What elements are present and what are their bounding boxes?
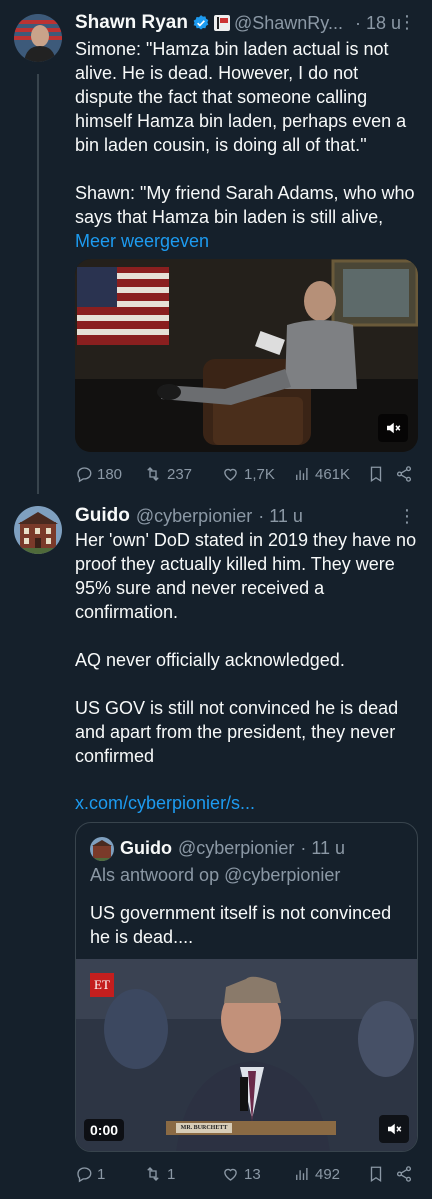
bookmark-button[interactable]: [367, 1165, 395, 1183]
more-options-icon[interactable]: ⋮: [398, 506, 416, 527]
share-button[interactable]: [395, 1165, 417, 1183]
repost-icon: [143, 465, 163, 483]
like-count: 1,7K: [244, 465, 275, 483]
views-count: 461K: [315, 465, 351, 483]
share-icon: [395, 465, 413, 483]
views-count: 492: [315, 1165, 341, 1183]
video-thumbnail: [75, 259, 418, 452]
channel-logo: ET: [90, 973, 114, 997]
tweet-link[interactable]: x.com/cyberpionier/s...: [75, 793, 255, 814]
more-options-icon[interactable]: ⋮: [398, 12, 416, 33]
like-button[interactable]: 13: [221, 1165, 293, 1183]
speaker-muted-icon: [384, 419, 402, 437]
tweet-text: Simone: "Hamza bin laden actual is not a…: [75, 39, 415, 251]
quote-video-thumbnail: [76, 959, 417, 1151]
avatar[interactable]: [14, 506, 62, 554]
video-player[interactable]: [75, 259, 418, 452]
bookmark-icon: [367, 1165, 385, 1183]
timestamp[interactable]: · 18 u: [355, 13, 401, 34]
thread-line: [37, 74, 39, 494]
nameplate: MR. BURCHETT: [176, 1123, 232, 1133]
reply-count: 1: [97, 1165, 106, 1183]
reply-icon: [75, 465, 93, 483]
tweet-text: Her 'own' DoD stated in 2019 they have n…: [75, 530, 417, 766]
views-icon: [293, 1165, 311, 1183]
channel-logo-text: ET: [94, 977, 110, 992]
author-name[interactable]: Shawn Ryan: [75, 12, 188, 34]
share-icon: [395, 1165, 413, 1183]
views-button[interactable]: 461K: [293, 465, 367, 483]
speaker-muted-icon: [385, 1120, 403, 1138]
quote-avatar[interactable]: [90, 837, 114, 861]
reply-button[interactable]: 180: [75, 465, 137, 483]
show-more-link[interactable]: Meer weergeven: [75, 231, 209, 251]
author-handle[interactable]: @cyberpionier: [136, 506, 252, 527]
nameplate-text: MR. BURCHETT: [180, 1125, 228, 1131]
repost-button[interactable]: 237: [143, 465, 221, 483]
tweet-actions: 1 1 13 492: [75, 1162, 420, 1186]
quote-author-name: Guido: [120, 837, 172, 858]
affiliation-badge-icon: [213, 15, 230, 31]
reply-count: 180: [97, 465, 123, 483]
repost-button[interactable]: 1: [143, 1165, 221, 1183]
quote-video-player[interactable]: ET MR. BURCHETT 0:00: [76, 959, 417, 1151]
mute-button[interactable]: [378, 414, 408, 442]
mute-button[interactable]: [379, 1115, 409, 1143]
reply-button[interactable]: 1: [75, 1165, 137, 1183]
quote-timestamp: · 11 u: [300, 837, 346, 858]
bookmark-button[interactable]: [367, 465, 395, 483]
video-duration: 0:00: [84, 1119, 125, 1141]
avatar[interactable]: [14, 14, 62, 62]
verified-badge-icon: [192, 14, 210, 32]
views-icon: [293, 465, 311, 483]
reply-context[interactable]: Als antwoord op @cyberpionier: [90, 865, 340, 886]
repost-count: 237: [167, 465, 193, 483]
author-name[interactable]: Guido: [75, 505, 130, 527]
bookmark-icon: [367, 465, 385, 483]
heart-icon: [221, 1165, 240, 1183]
reply-icon: [75, 1165, 93, 1183]
like-button[interactable]: 1,7K: [221, 465, 293, 483]
tweet-actions: 180 237 1,7K 461K: [75, 462, 420, 486]
author-handle[interactable]: @ShawnRy...: [234, 13, 343, 34]
video-duration-text: 0:00: [90, 1122, 119, 1138]
share-button[interactable]: [395, 465, 417, 483]
quoted-tweet[interactable]: Guido @cyberpionier · 11 u Als antwoord …: [75, 822, 418, 1152]
repost-icon: [143, 1165, 163, 1183]
views-button[interactable]: 492: [293, 1165, 367, 1183]
quote-author-handle: @cyberpionier: [178, 837, 295, 858]
repost-count: 1: [167, 1165, 176, 1183]
quote-text: US government itself is not convinced he…: [90, 903, 392, 947]
heart-icon: [221, 465, 240, 483]
like-count: 13: [244, 1165, 261, 1183]
timestamp[interactable]: · 11 u: [258, 506, 303, 527]
